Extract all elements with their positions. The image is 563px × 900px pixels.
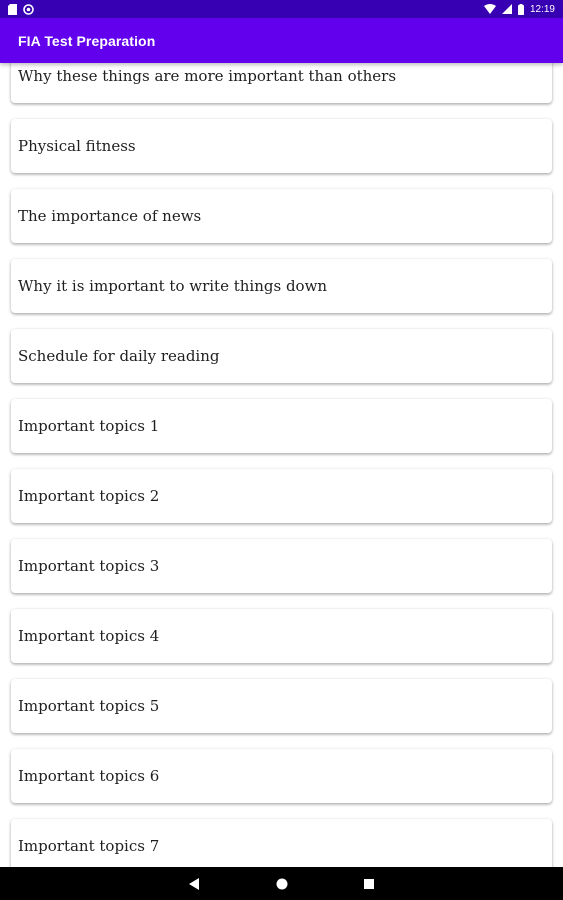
list-item-label: Important topics 2 [18,487,160,505]
topic-list[interactable]: Why these things are more important than… [0,63,563,867]
battery-icon [517,3,524,15]
app-title: FIA Test Preparation [18,32,156,49]
back-icon[interactable] [189,877,200,890]
app-bar: FIA Test Preparation [0,18,563,63]
list-item[interactable]: The importance of news [11,189,552,243]
list-item[interactable]: Why it is important to write things down [11,259,552,313]
list-item-label: The importance of news [18,207,202,225]
list-item[interactable]: Physical fitness [11,119,552,173]
sd-card-icon [8,3,17,15]
list-item-label: Schedule for daily reading [18,347,220,365]
status-left-icons [8,3,34,15]
list-item[interactable]: Important topics 4 [11,609,552,663]
list-item[interactable]: Why these things are more important than… [11,63,552,103]
signal-icon [501,4,512,14]
sync-icon [23,3,34,15]
list-item-label: Why it is important to write things down [18,277,328,295]
list-item-label: Important topics 5 [18,697,160,715]
list-item[interactable]: Important topics 3 [11,539,552,593]
list-item-label: Important topics 3 [18,557,160,575]
list-item-label: Important topics 7 [18,837,160,855]
status-time: 12:19 [529,3,555,15]
list-item[interactable]: Important topics 6 [11,749,552,803]
status-right-icons: 12:19 [483,3,555,15]
list-item[interactable]: Important topics 5 [11,679,552,733]
list-item[interactable]: Important topics 1 [11,399,552,453]
home-icon[interactable] [276,878,288,890]
topic-list-content: Why these things are more important than… [0,63,563,867]
list-item-label: Important topics 4 [18,627,160,645]
list-item[interactable]: Important topics 7 [11,819,552,867]
status-bar: 12:19 [0,0,563,18]
list-item[interactable]: Important topics 2 [11,469,552,523]
wifi-icon [483,4,496,14]
list-item-label: Important topics 1 [18,417,160,435]
list-item-label: Important topics 6 [18,767,160,785]
navigation-bar [0,867,563,900]
list-item-label: Physical fitness [18,137,136,155]
list-item-label: Why these things are more important than… [18,67,397,85]
list-item[interactable]: Schedule for daily reading [11,329,552,383]
recents-icon[interactable] [364,878,374,889]
